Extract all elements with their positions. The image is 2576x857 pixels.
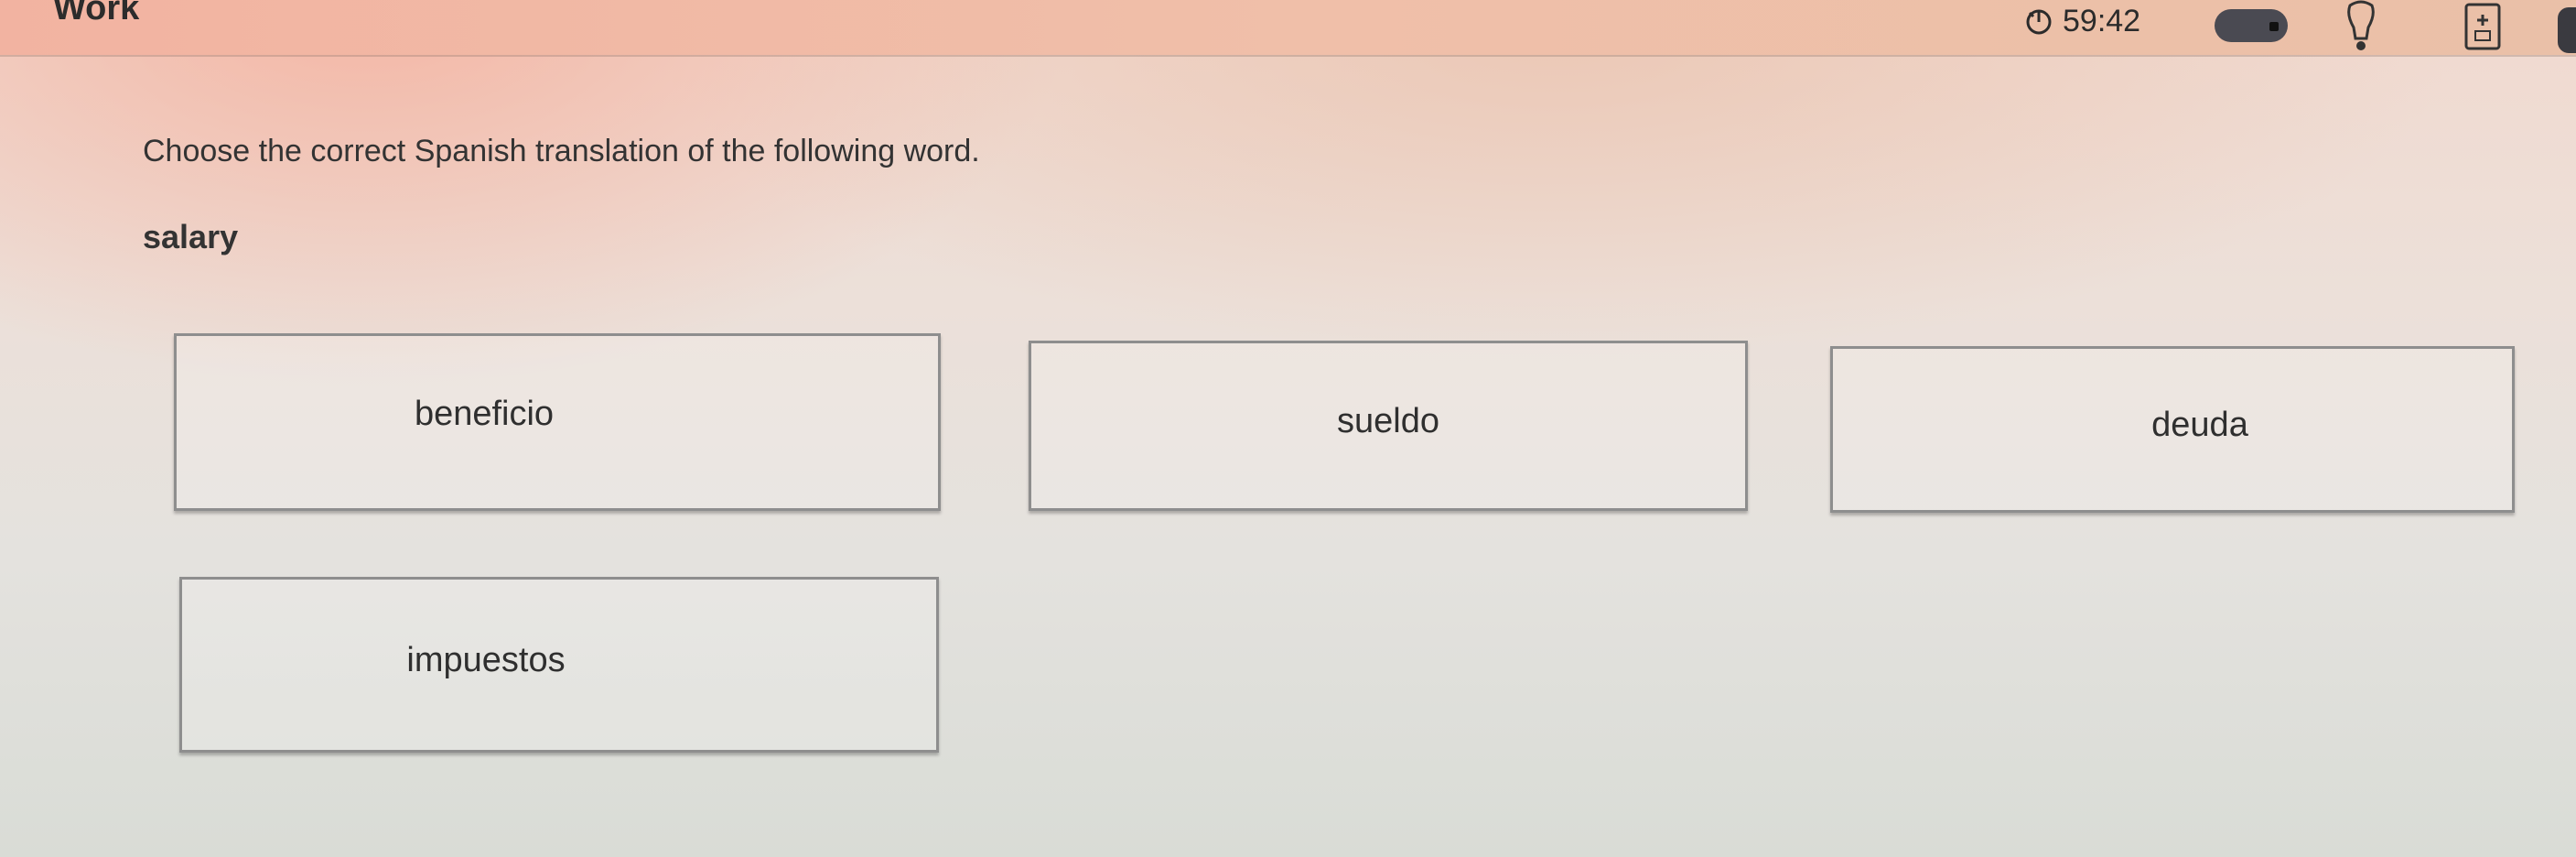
question-word: salary — [143, 218, 239, 255]
timer-text: 59:42 — [2063, 4, 2141, 38]
timer: 59:42 — [2024, 4, 2140, 39]
page-title: Work — [53, 0, 140, 27]
answer-option-beneficio[interactable]: beneficio — [174, 333, 941, 511]
side-panel-handle-icon[interactable] — [2558, 7, 2576, 53]
answer-option-impuestos[interactable]: impuestos — [179, 577, 939, 753]
answer-option-sueldo[interactable]: sueldo — [1029, 341, 1748, 511]
calculator-icon[interactable] — [2463, 2, 2502, 51]
toggle-knob — [2269, 22, 2279, 31]
question-prompt: Choose the correct Spanish translation o… — [143, 134, 980, 168]
top-bar: Work 59:42 — [0, 0, 2576, 55]
toggle-switch[interactable] — [2215, 9, 2288, 42]
hint-lightbulb-icon[interactable] — [2343, 0, 2379, 53]
divider — [0, 55, 2576, 57]
answer-option-label: impuestos — [406, 640, 566, 679]
answer-option-label: deuda — [2151, 405, 2248, 444]
answer-option-deuda[interactable]: deuda — [1830, 346, 2515, 513]
answer-option-label: beneficio — [414, 394, 555, 433]
timer-icon — [2026, 9, 2052, 34]
answer-option-label: sueldo — [1337, 401, 1439, 440]
